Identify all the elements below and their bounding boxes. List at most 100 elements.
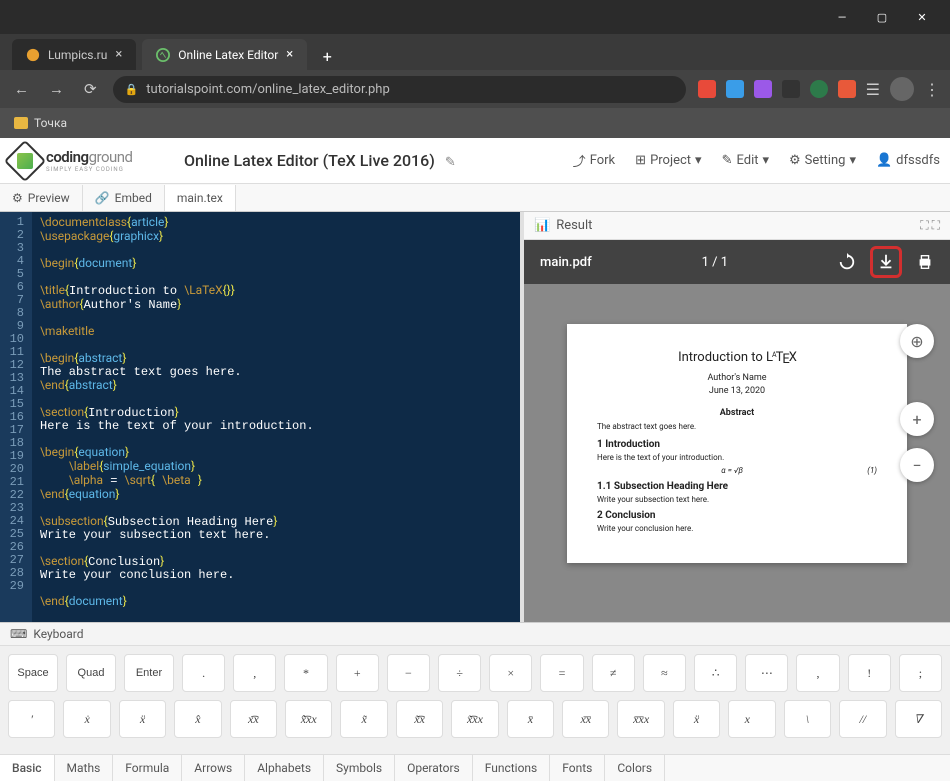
- kb-key[interactable]: ⋯: [745, 654, 788, 692]
- kb-key[interactable]: ,: [233, 654, 276, 692]
- equation: α = √β(1): [597, 466, 877, 475]
- kb-key[interactable]: x͞x: [562, 700, 609, 738]
- kb-key[interactable]: x⃗: [728, 700, 775, 738]
- file-tab[interactable]: main.tex: [165, 185, 236, 211]
- kb-key[interactable]: ′: [8, 700, 55, 738]
- kb-key[interactable]: ,: [796, 654, 839, 692]
- code-pane[interactable]: 1 2 3 4 5 6 7 8 9 10 11 12 13 14 15 16 1…: [0, 212, 520, 622]
- kb-key[interactable]: x̄͞xx: [617, 700, 664, 738]
- print-icon[interactable]: [916, 253, 934, 271]
- keyboard-row: SpaceQuadEnter.,*+−÷×=≠≈∴⋯,!;: [8, 654, 942, 692]
- editor-tabbar: ⚙Preview 🔗Embed main.tex: [0, 184, 950, 212]
- kb-key[interactable]: ẍ: [119, 700, 166, 738]
- ext-icon[interactable]: [838, 80, 856, 98]
- app-logo[interactable]: codingground SIMPLY EASY CODING: [10, 146, 170, 176]
- close-tab-icon[interactable]: ×: [115, 47, 122, 62]
- kb-key[interactable]: ẍ: [673, 700, 720, 738]
- url-input[interactable]: 🔒 tutorialspoint.com/online_latex_editor…: [113, 76, 686, 103]
- site-favicon-icon: [156, 48, 170, 62]
- kb-category-tab[interactable]: Formula: [113, 755, 182, 781]
- code-content[interactable]: \documentclass{article} \usepackage{grap…: [32, 212, 520, 622]
- lock-icon: 🔒: [125, 83, 139, 96]
- kb-key[interactable]: −: [387, 654, 430, 692]
- kb-key[interactable]: !: [848, 654, 891, 692]
- kb-category-tab[interactable]: Fonts: [550, 755, 605, 781]
- pdf-zoom-controls: ⊕ + −: [900, 324, 934, 482]
- keyboard-header[interactable]: ⌨ Keyboard: [0, 622, 950, 646]
- kb-key[interactable]: x̃͡xx: [451, 700, 498, 738]
- kb-key[interactable]: *: [284, 654, 327, 692]
- kb-key[interactable]: Enter: [124, 654, 174, 692]
- ext-icon[interactable]: [782, 80, 800, 98]
- kb-category-tab[interactable]: Maths: [55, 755, 114, 781]
- kb-key[interactable]: x̂: [174, 700, 221, 738]
- menu-icon[interactable]: ⋮: [924, 80, 940, 99]
- edit-menu[interactable]: ✎Edit▾: [722, 151, 769, 170]
- kb-key[interactable]: //: [839, 700, 886, 738]
- user-menu[interactable]: 👤dfssdfs: [876, 151, 940, 170]
- reload-button[interactable]: ⟳: [80, 76, 101, 102]
- kb-category-tab[interactable]: Alphabets: [245, 755, 324, 781]
- edit-title-icon[interactable]: ✎: [445, 155, 456, 170]
- forward-button[interactable]: →: [45, 76, 68, 102]
- kb-category-tab[interactable]: Operators: [395, 755, 473, 781]
- zoom-in-button[interactable]: +: [900, 402, 934, 436]
- embed-tab[interactable]: 🔗Embed: [83, 185, 165, 211]
- ext-icon[interactable]: [754, 80, 772, 98]
- zoom-out-button[interactable]: −: [900, 448, 934, 482]
- kb-key[interactable]: \: [784, 700, 831, 738]
- ext-icon[interactable]: [810, 80, 828, 98]
- kb-category-tab[interactable]: Symbols: [324, 755, 395, 781]
- new-tab-button[interactable]: +: [313, 42, 341, 70]
- maximize-button[interactable]: ▢: [862, 3, 902, 31]
- expand-icons[interactable]: ⛶ ⛶: [920, 218, 940, 233]
- kb-key[interactable]: x̃͡x: [396, 700, 443, 738]
- fork-button[interactable]: ⤴Fork: [573, 151, 615, 170]
- close-tab-icon[interactable]: ×: [286, 47, 293, 62]
- reading-list-icon[interactable]: ☰: [866, 80, 880, 99]
- kb-key[interactable]: =: [540, 654, 583, 692]
- kb-key[interactable]: ∴: [694, 654, 737, 692]
- section-text: Write your conclusion here.: [597, 524, 877, 533]
- kb-key[interactable]: x͡x: [230, 700, 277, 738]
- download-button[interactable]: [870, 246, 902, 278]
- kb-key[interactable]: x̂͡xx: [285, 700, 332, 738]
- fit-button[interactable]: ⊕: [900, 324, 934, 358]
- kb-category-tab[interactable]: Colors: [605, 755, 665, 781]
- subsection-text: Write your subsection text here.: [597, 495, 877, 504]
- kb-key[interactable]: x̄: [507, 700, 554, 738]
- kb-key[interactable]: ;: [899, 654, 942, 692]
- profile-avatar[interactable]: [890, 77, 914, 101]
- site-favicon-icon: [26, 48, 40, 62]
- kb-key[interactable]: ≠: [592, 654, 635, 692]
- kb-key[interactable]: Space: [8, 654, 58, 692]
- kb-key[interactable]: Quad: [66, 654, 116, 692]
- kb-category-tab[interactable]: Functions: [473, 755, 551, 781]
- ext-icon[interactable]: [698, 80, 716, 98]
- preview-tab[interactable]: ⚙Preview: [0, 185, 83, 211]
- kb-category-tab[interactable]: Basic: [0, 755, 55, 781]
- kb-key[interactable]: ∇: [895, 700, 942, 738]
- kb-key[interactable]: +: [336, 654, 379, 692]
- section-heading: 2 Conclusion: [597, 510, 877, 521]
- minimize-button[interactable]: —: [822, 3, 862, 31]
- kb-key[interactable]: ẋ: [63, 700, 110, 738]
- project-menu[interactable]: ⊞Project▾: [635, 151, 701, 170]
- setting-menu[interactable]: ⚙Setting▾: [789, 151, 856, 170]
- kb-key[interactable]: ≈: [643, 654, 686, 692]
- rotate-icon[interactable]: [838, 253, 856, 271]
- kb-key[interactable]: ÷: [438, 654, 481, 692]
- ext-icon[interactable]: [726, 80, 744, 98]
- browser-tab-latex[interactable]: Online Latex Editor ×: [142, 39, 307, 70]
- kb-key[interactable]: x̃: [340, 700, 387, 738]
- close-window-button[interactable]: ✕: [902, 3, 942, 31]
- browser-tab-lumpics[interactable]: Lumpics.ru ×: [12, 39, 136, 70]
- kb-key[interactable]: .: [182, 654, 225, 692]
- pdf-viewport[interactable]: Introduction to LATEX Author's Name June…: [524, 284, 950, 622]
- window-titlebar: — ▢ ✕: [0, 0, 950, 34]
- back-button[interactable]: ←: [10, 76, 33, 102]
- abstract-text: The abstract text goes here.: [597, 422, 877, 431]
- kb-category-tab[interactable]: Arrows: [182, 755, 245, 781]
- bookmark-item[interactable]: Точка: [14, 116, 67, 130]
- kb-key[interactable]: ×: [489, 654, 532, 692]
